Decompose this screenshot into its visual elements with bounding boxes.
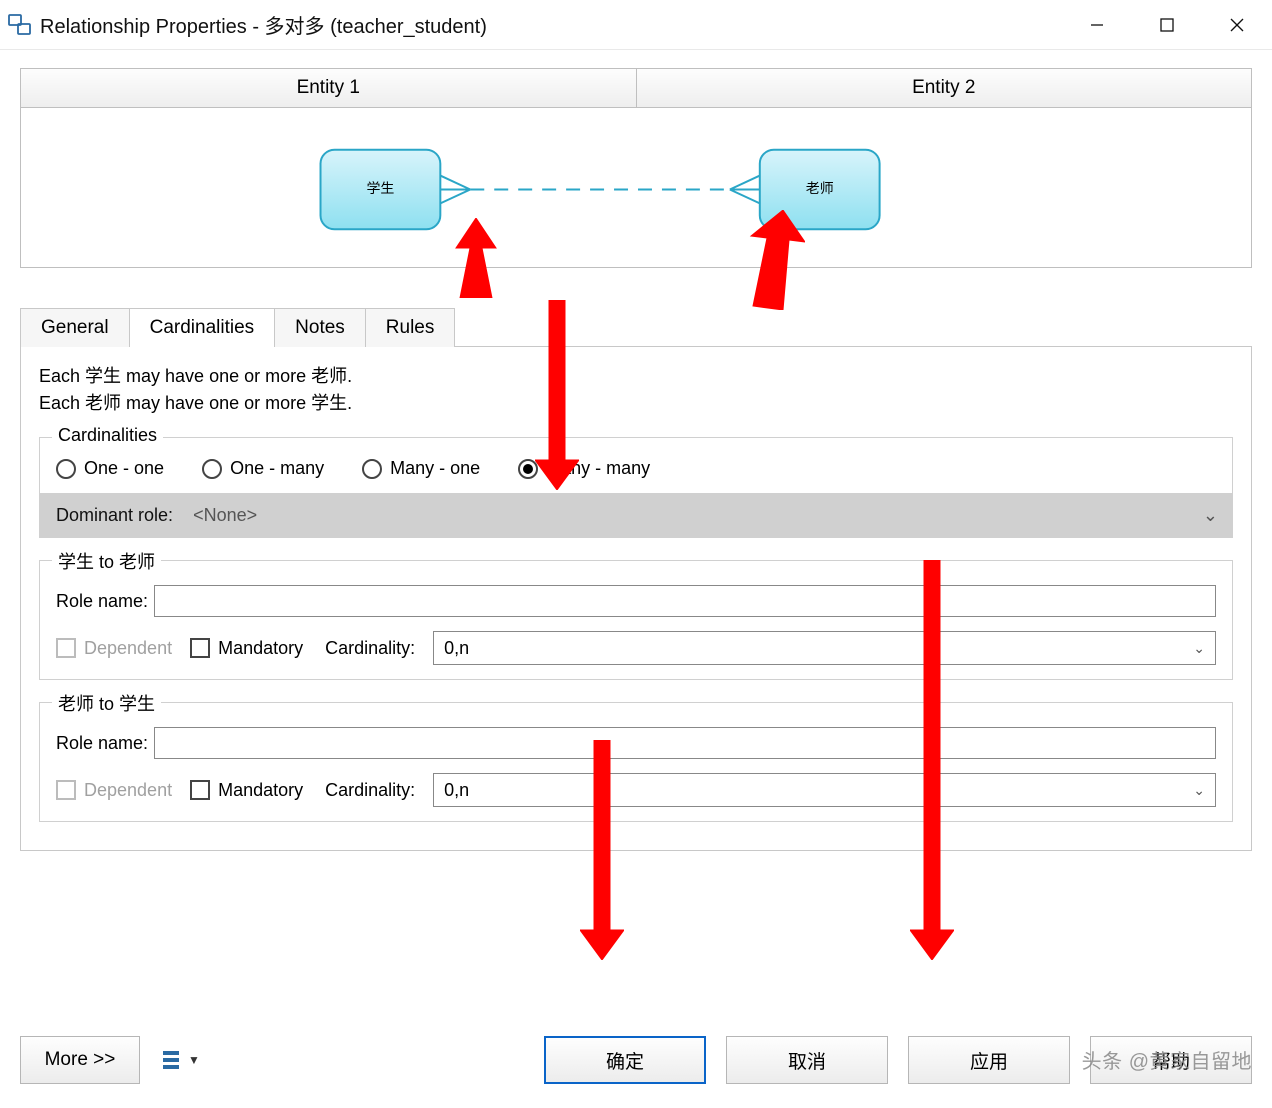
role-name-input[interactable] — [154, 727, 1216, 759]
direction-group-1: 学生 to 老师 Role name: Dependent Mandatory … — [39, 560, 1233, 680]
role-name-input[interactable] — [154, 585, 1216, 617]
description-line: Each 老师 may have one or more 学生. — [39, 390, 1233, 417]
cancel-button[interactable]: 取消 — [726, 1036, 888, 1084]
options-icon-button[interactable]: ▼ — [156, 1036, 206, 1084]
dependent-checkbox[interactable]: Dependent — [56, 780, 172, 801]
direction-legend: 老师 to 学生 — [52, 690, 161, 716]
apply-button[interactable]: 应用 — [908, 1036, 1070, 1084]
chevron-down-icon: ⌄ — [1193, 782, 1205, 799]
entity1-header[interactable]: Entity 1 — [20, 68, 637, 108]
cardinality-label: Cardinality: — [325, 638, 415, 659]
direction-group-2: 老师 to 学生 Role name: Dependent Mandatory … — [39, 702, 1233, 822]
help-button[interactable]: 帮助 — [1090, 1036, 1252, 1084]
tab-general[interactable]: General — [20, 308, 130, 347]
mandatory-checkbox[interactable]: Mandatory — [190, 780, 303, 801]
radio-many-one[interactable]: Many - one — [362, 458, 480, 479]
chevron-down-icon: ⌄ — [1193, 640, 1205, 657]
footer: More >> ▼ 确定 取消 应用 帮助 — [0, 1036, 1272, 1084]
radio-label: Many - one — [390, 458, 480, 479]
radio-label: Many - many — [546, 458, 650, 479]
chevron-down-icon: ⌄ — [1203, 505, 1218, 526]
window-controls — [1062, 0, 1272, 49]
radio-many-many[interactable]: Many - many — [518, 458, 650, 479]
entity2-header[interactable]: Entity 2 — [637, 68, 1253, 108]
description: Each 学生 may have one or more 老师. Each 老师… — [39, 363, 1233, 417]
entity2-name: 老师 — [806, 180, 834, 196]
description-line: Each 学生 may have one or more 老师. — [39, 363, 1233, 390]
role-name-label: Role name: — [56, 591, 148, 612]
maximize-button[interactable] — [1132, 0, 1202, 49]
radio-label: One - many — [230, 458, 324, 479]
cardinality-value: 0,n — [444, 780, 469, 801]
close-button[interactable] — [1202, 0, 1272, 49]
tab-rules[interactable]: Rules — [365, 308, 456, 347]
mandatory-checkbox[interactable]: Mandatory — [190, 638, 303, 659]
dependent-checkbox[interactable]: Dependent — [56, 638, 172, 659]
dominant-role-select[interactable]: <None> ⌄ — [183, 493, 1232, 537]
ok-button[interactable]: 确定 — [544, 1036, 706, 1084]
dominant-role-value: <None> — [193, 505, 257, 526]
diagram-panel: 学生 老师 — [20, 108, 1252, 268]
window-title: Relationship Properties - 多对多 (teacher_s… — [40, 10, 1062, 39]
radio-one-many[interactable]: One - many — [202, 458, 324, 479]
app-icon — [8, 13, 32, 37]
radio-label: One - one — [84, 458, 164, 479]
dominant-role-label: Dominant role: — [40, 493, 183, 537]
crowsfoot-left-icon — [440, 176, 470, 204]
role-name-label: Role name: — [56, 733, 148, 754]
entity1-name: 学生 — [366, 180, 394, 196]
mandatory-label: Mandatory — [218, 638, 303, 659]
dependent-label: Dependent — [84, 780, 172, 801]
cardinality-label: Cardinality: — [325, 780, 415, 801]
mandatory-label: Mandatory — [218, 780, 303, 801]
cardinalities-legend: Cardinalities — [52, 425, 163, 446]
cardinality-select[interactable]: 0,n ⌄ — [433, 631, 1216, 665]
tab-notes[interactable]: Notes — [274, 308, 366, 347]
radio-one-one[interactable]: One - one — [56, 458, 164, 479]
tab-panel: Each 学生 may have one or more 老师. Each 老师… — [20, 347, 1252, 851]
entity-header: Entity 1 Entity 2 — [20, 68, 1252, 108]
cardinality-select[interactable]: 0,n ⌄ — [433, 773, 1216, 807]
titlebar: Relationship Properties - 多对多 (teacher_s… — [0, 0, 1272, 50]
cardinalities-group: Cardinalities One - one One - many Many … — [39, 437, 1233, 538]
chevron-down-icon: ▼ — [188, 1053, 200, 1067]
tab-cardinalities[interactable]: Cardinalities — [129, 308, 276, 347]
minimize-button[interactable] — [1062, 0, 1132, 49]
dependent-label: Dependent — [84, 638, 172, 659]
dominant-role-row: Dominant role: <None> ⌄ — [40, 493, 1232, 537]
crowsfoot-right-icon — [730, 176, 760, 204]
more-button[interactable]: More >> — [20, 1036, 140, 1084]
tabs-bar: General Cardinalities Notes Rules — [20, 308, 1252, 347]
cardinality-value: 0,n — [444, 638, 469, 659]
direction-legend: 学生 to 老师 — [52, 548, 161, 574]
